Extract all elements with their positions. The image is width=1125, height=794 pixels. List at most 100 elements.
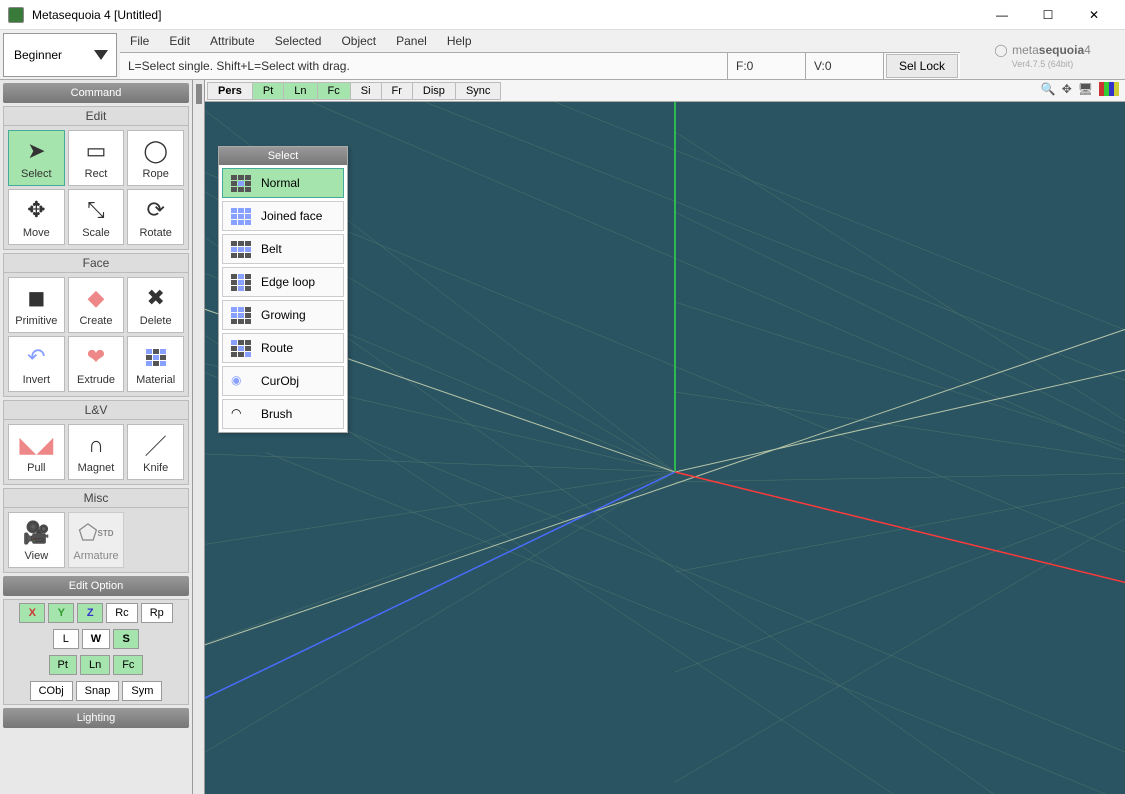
l-button[interactable]: L	[53, 629, 79, 649]
tool-view[interactable]: 🎥View	[8, 512, 65, 568]
rp-button[interactable]: Rp	[141, 603, 173, 623]
armature-icon: ⬠STD	[81, 518, 111, 548]
fc-button[interactable]: Fc	[113, 655, 143, 675]
tool-delete[interactable]: ✖Delete	[127, 277, 184, 333]
tool-invert[interactable]: ↶Invert	[8, 336, 65, 392]
popup-joined[interactable]: Joined face	[222, 201, 344, 231]
primitive-icon: ◼	[21, 283, 51, 313]
tool-knife[interactable]: ／Knife	[127, 424, 184, 480]
rope-icon: ◯	[141, 136, 171, 166]
version-label: Ver4.7.5 (64bit)	[1012, 59, 1074, 69]
axis-z-button[interactable]: Z	[77, 603, 103, 623]
window-title: Metasequoia 4 [Untitled]	[32, 8, 979, 22]
curobj-icon: ◉	[231, 373, 251, 389]
rc-button[interactable]: Rc	[106, 603, 137, 623]
cobj-button[interactable]: CObj	[30, 681, 73, 701]
tool-extrude[interactable]: ❤Extrude	[68, 336, 125, 392]
monitor-icon[interactable]: 🖥	[1078, 82, 1093, 96]
tab-disp[interactable]: Disp	[412, 82, 456, 100]
belt-icon	[231, 241, 251, 257]
s-button[interactable]: S	[113, 629, 139, 649]
tool-create[interactable]: ◆Create	[68, 277, 125, 333]
snap-button[interactable]: Snap	[76, 681, 120, 701]
delete-icon: ✖	[141, 283, 171, 313]
ln-button[interactable]: Ln	[80, 655, 110, 675]
face-section-header: Face	[3, 253, 189, 273]
menu-file[interactable]: File	[130, 34, 149, 48]
pull-icon: ◣◢	[21, 430, 51, 460]
status-verts: V:0	[806, 53, 884, 80]
app-icon	[8, 7, 24, 23]
sym-button[interactable]: Sym	[122, 681, 162, 701]
menu-panel[interactable]: Panel	[396, 34, 427, 48]
tool-move[interactable]: ✥Move	[8, 189, 65, 245]
view-tabs: Pers Pt Ln Fc Si Fr Disp Sync 🔍 ✥ 🖥	[205, 80, 1125, 102]
tab-fc[interactable]: Fc	[317, 82, 351, 100]
tool-primitive[interactable]: ◼Primitive	[8, 277, 65, 333]
magnet-icon: ∩	[81, 430, 111, 460]
tool-rect[interactable]: ▭Rect	[68, 130, 125, 186]
statusbar: L=Select single. Shift+L=Select with dra…	[120, 52, 960, 79]
axis-x-button[interactable]: X	[19, 603, 45, 623]
w-button[interactable]: W	[82, 629, 110, 649]
camera-icon: 🎥	[21, 518, 51, 548]
sel-lock-button[interactable]: Sel Lock	[886, 54, 958, 78]
tab-pers[interactable]: Pers	[207, 82, 253, 100]
lighting-header: Lighting	[3, 708, 189, 728]
minimize-button[interactable]: —	[979, 0, 1025, 30]
pt-button[interactable]: Pt	[49, 655, 77, 675]
status-hint: L=Select single. Shift+L=Select with dra…	[120, 53, 728, 80]
popup-belt[interactable]: Belt	[222, 234, 344, 264]
axis-y-button[interactable]: Y	[48, 603, 74, 623]
tool-material[interactable]: Material	[127, 336, 184, 392]
popup-growing[interactable]: Growing	[222, 300, 344, 330]
viewport-3d[interactable]: Select Normal Joined face Belt Edge loop…	[205, 102, 1125, 794]
menu-help[interactable]: Help	[447, 34, 472, 48]
invert-icon: ↶	[21, 342, 51, 372]
brush-icon: ◠	[231, 406, 251, 422]
popup-curobj[interactable]: ◉CurObj	[222, 366, 344, 396]
menu-object[interactable]: Object	[341, 34, 376, 48]
close-button[interactable]: ✕	[1071, 0, 1117, 30]
pan-icon[interactable]: ✥	[1062, 82, 1072, 96]
extrude-icon: ❤	[81, 342, 111, 372]
popup-edge[interactable]: Edge loop	[222, 267, 344, 297]
select-popup: Select Normal Joined face Belt Edge loop…	[218, 146, 348, 433]
tool-pull[interactable]: ◣◢Pull	[8, 424, 65, 480]
tool-magnet[interactable]: ∩Magnet	[68, 424, 125, 480]
tool-select[interactable]: ➤Select	[8, 130, 65, 186]
tab-ln[interactable]: Ln	[283, 82, 317, 100]
tool-scale[interactable]: ⤡Scale	[68, 189, 125, 245]
tool-rope[interactable]: ◯Rope	[127, 130, 184, 186]
tool-rotate[interactable]: ⟳Rotate	[127, 189, 184, 245]
tool-armature[interactable]: ⬠STDArmature	[68, 512, 125, 568]
popup-route[interactable]: Route	[222, 333, 344, 363]
rotate-icon: ⟳	[141, 195, 171, 225]
scale-icon: ⤡	[81, 195, 111, 225]
edit-section-header: Edit	[3, 106, 189, 126]
material-icon	[141, 342, 171, 372]
tab-si[interactable]: Si	[350, 82, 382, 100]
normal-icon	[231, 175, 251, 191]
tab-fr[interactable]: Fr	[381, 82, 413, 100]
logo: ◯ metasequoia4 Ver4.7.5 (64bit)	[960, 30, 1125, 79]
window-controls: — ☐ ✕	[979, 0, 1117, 30]
menu-attribute[interactable]: Attribute	[210, 34, 255, 48]
left-panel: Command Edit ➤Select ▭Rect ◯Rope ✥Move ⤡…	[0, 80, 193, 794]
zoom-icon[interactable]: 🔍	[1041, 82, 1056, 96]
menu-selected[interactable]: Selected	[275, 34, 322, 48]
edit-option-header: Edit Option	[3, 576, 189, 596]
edge-icon	[231, 274, 251, 290]
maximize-button[interactable]: ☐	[1025, 0, 1071, 30]
color-squares-icon[interactable]	[1099, 82, 1119, 96]
menu-edit[interactable]: Edit	[169, 34, 190, 48]
tab-sync[interactable]: Sync	[455, 82, 501, 100]
popup-normal[interactable]: Normal	[222, 168, 344, 198]
rect-icon: ▭	[81, 136, 111, 166]
mode-label: Beginner	[14, 48, 62, 62]
splitter[interactable]	[193, 80, 205, 794]
popup-brush[interactable]: ◠Brush	[222, 399, 344, 429]
mode-selector[interactable]: Beginner	[3, 33, 117, 77]
move-icon: ✥	[21, 195, 51, 225]
tab-pt[interactable]: Pt	[252, 82, 284, 100]
